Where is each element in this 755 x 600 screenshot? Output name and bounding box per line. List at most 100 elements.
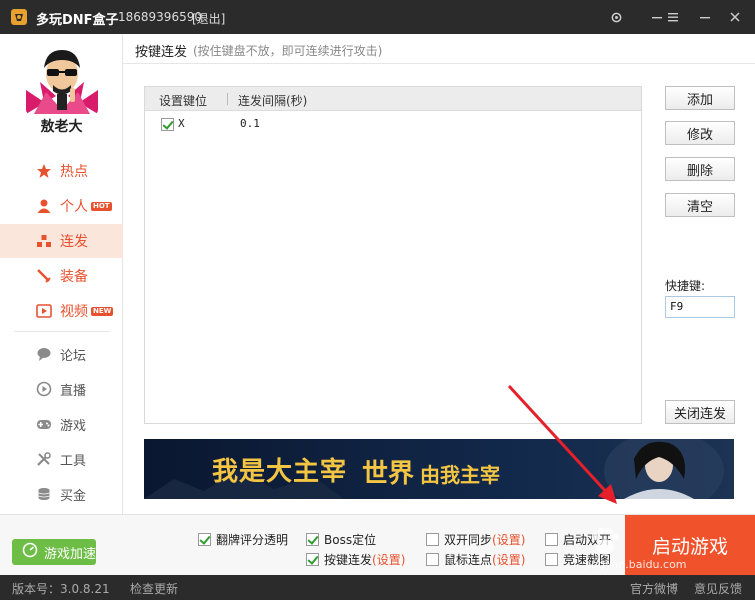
username: 敖老大 [40,119,83,135]
close-autofire-button[interactable]: 关闭连发 [665,400,735,424]
gamepad-icon [36,416,52,432]
new-badge: NEW [91,306,114,316]
app-logo-icon [11,9,27,25]
baidu-watermark: jingyan.baidu.com [585,518,735,578]
option-label: 翻牌评分透明 [216,533,289,547]
nav-label: 直播 [60,383,87,399]
coins-icon [36,486,52,502]
restore-button[interactable] [690,0,720,34]
column-divider [227,93,228,105]
settings-link[interactable]: (设置) [492,551,525,568]
nav-item-buy-gold[interactable]: 买金 [0,477,123,511]
settings-button[interactable] [601,0,631,34]
bars-icon [36,233,52,249]
column-header-interval[interactable]: 连发间隔(秒) [238,92,307,109]
version-text: 版本号：3.0.8.21 [12,582,110,596]
option-label: 双开同步 [444,533,493,547]
edit-button[interactable]: 修改 [665,121,735,145]
nav-label: 个人 [60,199,88,215]
checkbox[interactable] [426,553,439,566]
settings-link[interactable]: (设置) [492,531,525,548]
banner-right-text-b: 由我主宰 [420,463,500,487]
speedometer-icon [22,542,38,562]
option-dual-sync[interactable]: 双开同步 (设置) [426,531,525,548]
option-flip-transparent[interactable]: 翻牌评分透明 [198,531,288,548]
checkbox[interactable] [198,533,211,546]
row-checkbox[interactable] [161,118,174,131]
checkbox[interactable] [306,553,319,566]
logout-link[interactable]: [退出] [192,10,225,27]
option-label: Boss定位 [324,533,377,547]
row-key: X [178,117,185,130]
nav-item-hot[interactable]: 热点 [0,154,123,188]
nav-divider [14,331,110,332]
nav-item-forum[interactable]: 论坛 [0,337,123,371]
option-key-autofire[interactable]: 按键连发 (设置) [306,551,405,568]
nav-label: 论坛 [60,348,87,364]
table-row[interactable]: X 0.1 [145,111,641,137]
app-title: 多玩DNF盒子 [36,13,119,28]
close-icon [730,12,740,22]
panel-title: 按键连发 [135,45,188,60]
hot-badge: HOT [91,201,112,211]
settings-link[interactable]: (设置) [372,551,405,568]
live-icon [36,381,52,397]
nav-label: 工具 [60,453,87,469]
speed-label: 游戏加速 [44,546,97,562]
ad-banner[interactable]: 我是大主宰 世界 由我主宰 [144,439,734,499]
column-header-key[interactable]: 设置键位 [159,92,207,109]
nav-label: 游戏 [60,418,87,434]
menu-icon [668,13,678,22]
nav-label: 视频 [60,304,88,320]
menu-button[interactable] [658,0,688,34]
option-mouse-click[interactable]: 鼠标连点 (设置) [426,551,525,568]
gear-icon [611,12,621,22]
nav-item-equipment[interactable]: 装备 [0,259,123,293]
banner-left-text: 我是大主宰 [212,457,348,487]
key-table[interactable]: 设置键位 连发间隔(秒) X 0.1 [144,86,642,424]
option-label: 按键连发 [324,553,373,567]
panel-header: 按键连发 (按住键盘不放，即可连续进行攻击) [123,34,755,64]
panel-hint: (按住键盘不放，即可连续进行攻击) [193,44,383,58]
title-bar: 多玩DNF盒子 18689396590 [退出] [0,0,755,34]
chat-icon [36,346,52,362]
table-header: 设置键位 连发间隔(秒) [145,87,641,111]
nav-item-autofire[interactable]: 连发 [0,224,123,258]
tools-icon [36,451,52,467]
checkbox[interactable] [306,533,319,546]
checkbox[interactable] [426,533,439,546]
nav-item-personal[interactable]: 个人 HOT [0,189,123,223]
option-label: 鼠标连点 [444,553,493,567]
row-interval: 0.1 [240,117,260,130]
status-bar: 版本号：3.0.8.21 检查更新 官方微博 意见反馈 [0,575,755,600]
watermark-text: jingyan.baidu.com [585,558,687,571]
sword-icon [36,268,52,284]
feedback-link[interactable]: 意见反馈 [694,580,742,597]
nav-label: 连发 [60,234,88,250]
close-button[interactable] [720,0,750,34]
user-phone: 18689396590 [118,10,202,24]
minimize-icon [700,17,710,19]
paw-icon [591,527,619,555]
hotkey-input[interactable]: F9 [665,296,735,318]
nav-item-video[interactable]: 视频 NEW [0,294,123,328]
nav-label: 热点 [60,164,88,180]
sidebar: 敖老大 热点 个人 HOT 连发 装备 视频 NEW 论坛 直播 游戏 工具 买… [0,34,123,514]
banner-right-text-a: 世界 [362,459,415,489]
delete-button[interactable]: 删除 [665,157,735,181]
game-speedup-button[interactable]: 游戏加速 [12,539,96,565]
clear-button[interactable]: 清空 [665,193,735,217]
checkbox[interactable] [545,533,558,546]
nav-item-tools[interactable]: 工具 [0,442,123,476]
nav-item-games[interactable]: 游戏 [0,407,123,441]
avatar[interactable] [26,42,98,114]
checkbox[interactable] [545,553,558,566]
check-update-link[interactable]: 检查更新 [130,580,178,597]
star-icon [36,163,52,179]
nav-item-live[interactable]: 直播 [0,372,123,406]
option-boss-locate[interactable]: Boss定位 [306,531,376,548]
add-button[interactable]: 添加 [665,86,735,110]
nav-label: 买金 [60,488,87,504]
nav-label: 装备 [60,269,88,285]
weibo-link[interactable]: 官方微博 [630,580,678,597]
